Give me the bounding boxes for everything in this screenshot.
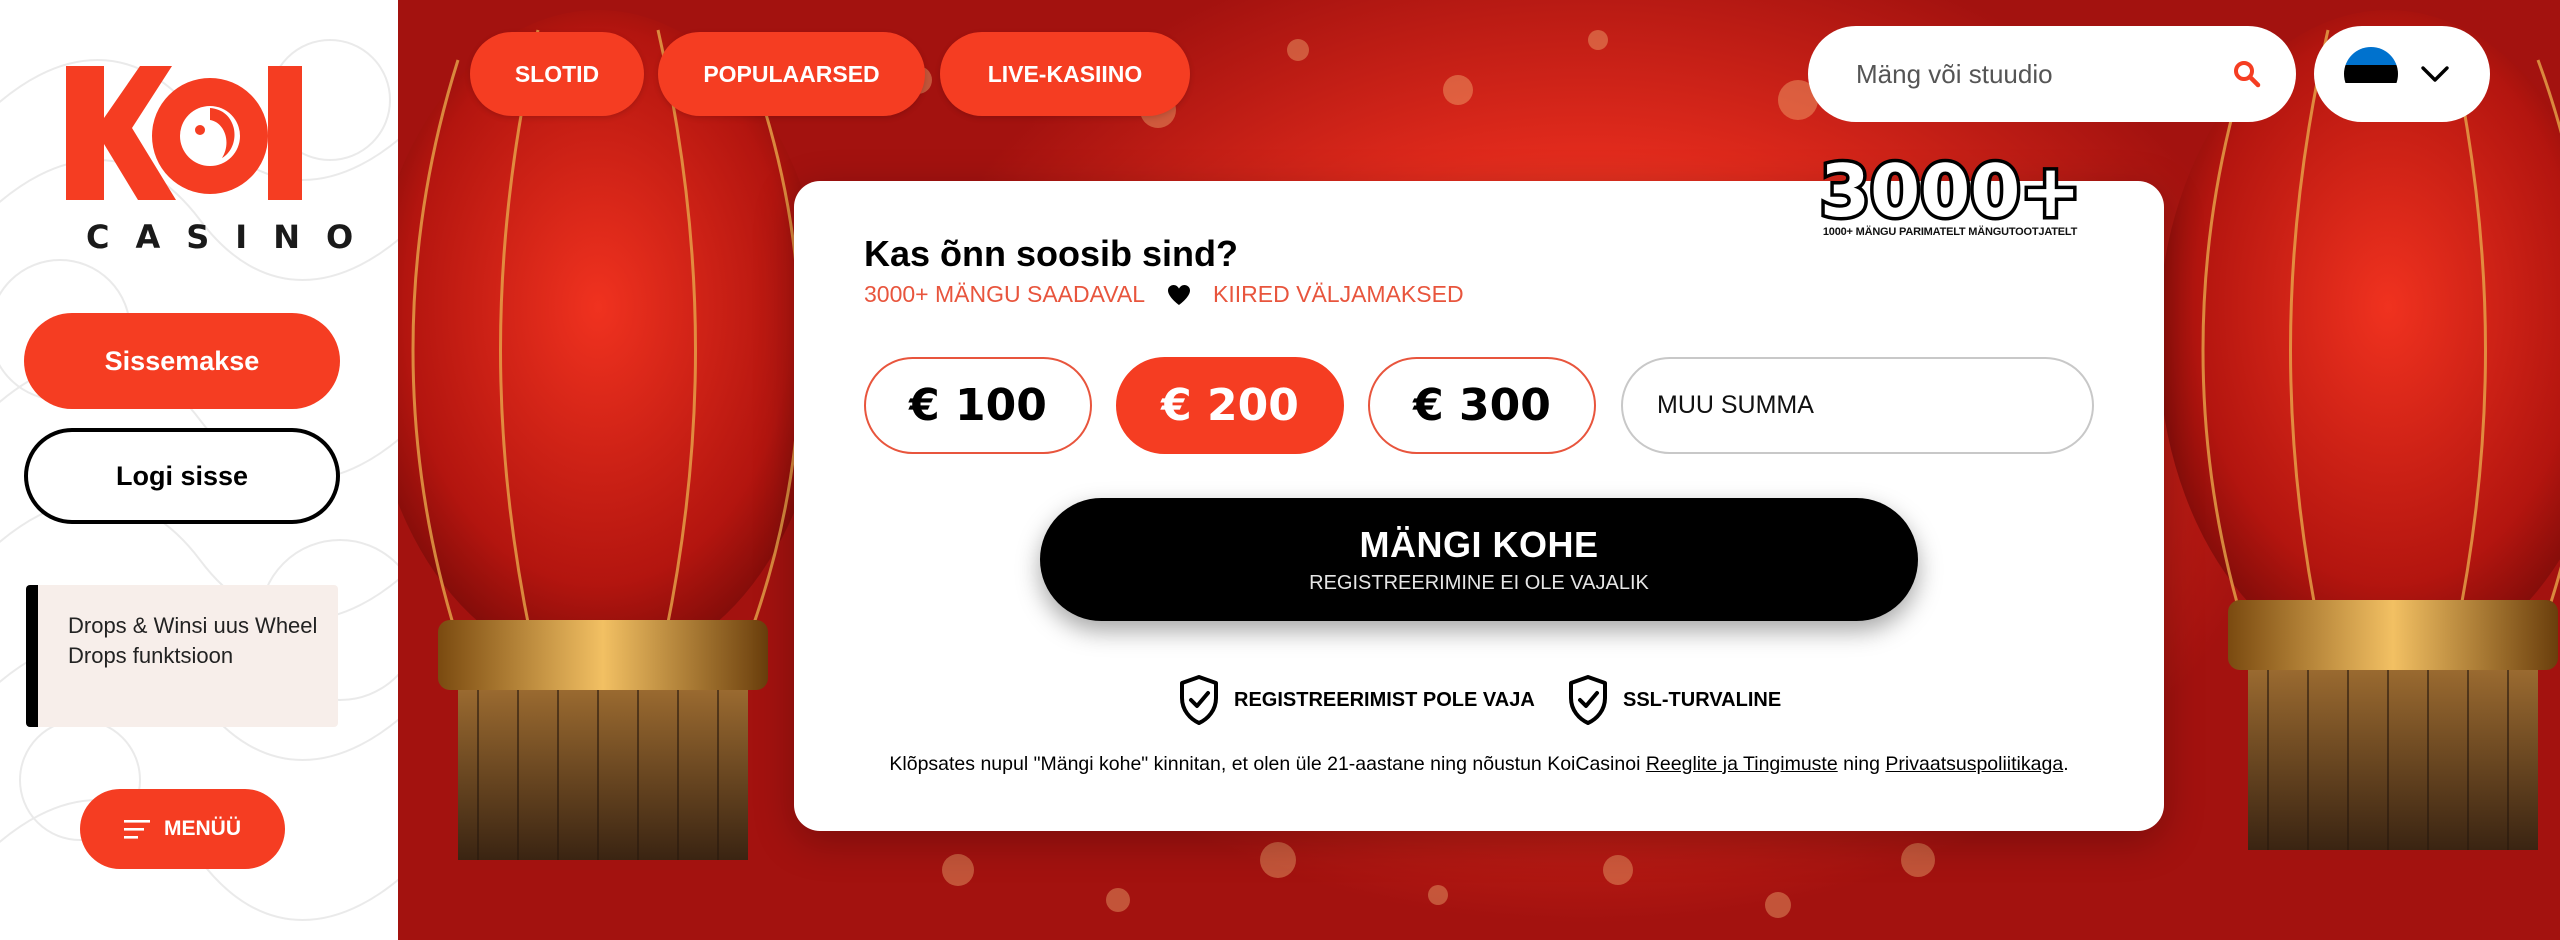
nav-populaarsed[interactable]: POPULAARSED	[658, 32, 925, 116]
logo-casino-text: CASINO	[86, 218, 380, 256]
login-button[interactable]: Logi sisse	[24, 428, 340, 524]
promo-text: Drops & Winsi uus Wheel Drops funktsioon	[68, 613, 318, 668]
legal-disclaimer: Klõpsates nupul "Mängi kohe" kinnitan, e…	[794, 753, 2164, 776]
other-amount-input[interactable]	[1621, 357, 2094, 454]
chevron-down-icon	[2421, 66, 2449, 82]
legal-mid: ning	[1843, 753, 1880, 775]
card-title: Kas õnn soosib sind?	[864, 233, 1239, 274]
privacy-link[interactable]: Privaatsuspoliitikaga	[1885, 753, 2063, 775]
koi-casino-logo[interactable]: CASINO	[60, 58, 380, 258]
legal-prefix: Klõpsates nupul "Mängi kohe" kinnitan, e…	[889, 753, 1641, 775]
trust-no-registration-text: REGISTREERIMIST POLE VAJA	[1234, 688, 1535, 711]
promo-card[interactable]: Drops & Winsi uus Wheel Drops funktsioon	[26, 585, 338, 727]
shield-check-icon	[1569, 675, 1607, 725]
amount-300-button[interactable]: € 300	[1368, 357, 1596, 454]
badge-title: 3000+	[1820, 149, 2081, 233]
koi-logo-icon	[66, 66, 302, 200]
amount-100-button[interactable]: € 100	[864, 357, 1092, 454]
heart-icon	[1168, 284, 1191, 305]
menu-button[interactable]: MENÜÜ	[80, 789, 285, 869]
badge-subtitle: 1000+ MÄNGU PARIMATELT MÄNGUTOOTJATELT	[1822, 226, 2078, 238]
trust-ssl: SSL-TURVALINE	[1567, 674, 1781, 726]
language-selector[interactable]	[2314, 26, 2490, 122]
terms-link[interactable]: Reeglite ja Tingimuste	[1646, 753, 1838, 775]
legal-suffix: .	[2063, 753, 2069, 775]
games-available-text: 3000+ MÄNGU SAADAVAL	[864, 281, 1146, 307]
fast-payouts-text: KIIRED VÄLJAMAKSED	[1213, 281, 1464, 307]
play-now-label: MÄNGI KOHE	[1359, 524, 1599, 565]
search-input[interactable]	[1856, 58, 2232, 90]
estonia-flag-icon	[2344, 47, 2398, 101]
play-now-button[interactable]: MÄNGI KOHE REGISTREERIMINE EI OLE VAJALI…	[1040, 498, 1918, 621]
shield-check-icon	[1180, 675, 1218, 725]
nav-slotid[interactable]: SLOTID	[470, 32, 644, 116]
search-box	[1808, 26, 2296, 122]
hamburger-icon	[124, 820, 150, 839]
trust-no-registration: REGISTREERIMIST POLE VAJA	[1178, 674, 1535, 726]
deposit-button[interactable]: Sissemakse	[24, 313, 340, 409]
play-now-sublabel: REGISTREERIMINE EI OLE VAJALIK	[1309, 572, 1649, 594]
menu-label: MENÜÜ	[164, 817, 241, 840]
sidebar: CASINO Sissemakse Logi sisse Drops & Win…	[0, 0, 398, 940]
search-icon[interactable]	[2232, 59, 2262, 89]
amount-200-button[interactable]: € 200	[1116, 357, 1344, 454]
card-subtitle: 3000+ MÄNGU SAADAVAL KIIRED VÄLJAMAKSED	[864, 281, 1464, 308]
trust-ssl-text: SSL-TURVALINE	[1623, 688, 1782, 711]
nav-live-kasiino[interactable]: LIVE-KASIINO	[940, 32, 1190, 116]
